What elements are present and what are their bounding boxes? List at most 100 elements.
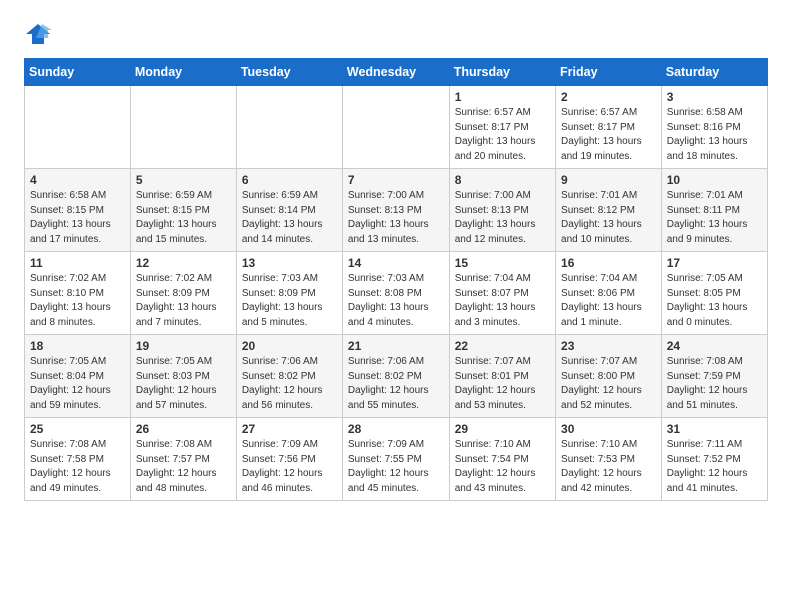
day-number: 23: [561, 339, 656, 353]
day-info: Sunrise: 6:58 AM Sunset: 8:15 PM Dayligh…: [30, 189, 125, 247]
day-cell: 3 Sunrise: 6:58 AM Sunset: 8:16 PM Daylig…: [661, 86, 767, 169]
day-info: Sunrise: 7:07 AM Sunset: 8:01 PM Dayligh…: [455, 355, 550, 413]
day-cell: 8 Sunrise: 7:00 AM Sunset: 8:13 PM Daylig…: [449, 169, 555, 252]
header: [24, 20, 768, 48]
day-info: Sunrise: 7:06 AM Sunset: 8:02 PM Dayligh…: [348, 355, 444, 413]
day-cell: 29 Sunrise: 7:10 AM Sunset: 7:54 PM Dayli…: [449, 418, 555, 501]
day-number: 1: [455, 90, 550, 104]
day-cell: 31 Sunrise: 7:11 AM Sunset: 7:52 PM Dayli…: [661, 418, 767, 501]
day-info: Sunrise: 7:06 AM Sunset: 8:02 PM Dayligh…: [242, 355, 337, 413]
day-info: Sunrise: 7:08 AM Sunset: 7:57 PM Dayligh…: [136, 438, 231, 496]
day-info: Sunrise: 7:02 AM Sunset: 8:10 PM Dayligh…: [30, 272, 125, 330]
day-number: 27: [242, 422, 337, 436]
day-number: 28: [348, 422, 444, 436]
day-cell: [342, 86, 449, 169]
day-cell: 4 Sunrise: 6:58 AM Sunset: 8:15 PM Daylig…: [25, 169, 131, 252]
day-info: Sunrise: 6:59 AM Sunset: 8:14 PM Dayligh…: [242, 189, 337, 247]
day-number: 3: [667, 90, 762, 104]
day-cell: 9 Sunrise: 7:01 AM Sunset: 8:12 PM Daylig…: [556, 169, 662, 252]
day-number: 9: [561, 173, 656, 187]
logo: [24, 20, 56, 48]
day-number: 15: [455, 256, 550, 270]
day-number: 4: [30, 173, 125, 187]
day-info: Sunrise: 7:03 AM Sunset: 8:09 PM Dayligh…: [242, 272, 337, 330]
page: SundayMondayTuesdayWednesdayThursdayFrid…: [0, 0, 792, 517]
day-cell: 5Sunrise: 6:59 AM Sunset: 8:15 PM Daylig…: [130, 169, 236, 252]
day-number: 25: [30, 422, 125, 436]
day-cell: 23 Sunrise: 7:07 AM Sunset: 8:00 PM Dayli…: [556, 335, 662, 418]
day-cell: 27 Sunrise: 7:09 AM Sunset: 7:56 PM Dayli…: [236, 418, 342, 501]
day-info: Sunrise: 7:05 AM Sunset: 8:04 PM Dayligh…: [30, 355, 125, 413]
day-number: 8: [455, 173, 550, 187]
day-number: 16: [561, 256, 656, 270]
header-day-monday: Monday: [130, 59, 236, 86]
header-day-sunday: Sunday: [25, 59, 131, 86]
day-number: 17: [667, 256, 762, 270]
day-info: Sunrise: 7:05 AM Sunset: 8:03 PM Dayligh…: [136, 355, 231, 413]
day-info: Sunrise: 7:04 AM Sunset: 8:06 PM Dayligh…: [561, 272, 656, 330]
header-day-saturday: Saturday: [661, 59, 767, 86]
day-info: Sunrise: 7:10 AM Sunset: 7:53 PM Dayligh…: [561, 438, 656, 496]
day-number: 14: [348, 256, 444, 270]
day-cell: [236, 86, 342, 169]
day-info: Sunrise: 7:00 AM Sunset: 8:13 PM Dayligh…: [455, 189, 550, 247]
day-cell: 16 Sunrise: 7:04 AM Sunset: 8:06 PM Dayli…: [556, 252, 662, 335]
day-cell: 14 Sunrise: 7:03 AM Sunset: 8:08 PM Dayli…: [342, 252, 449, 335]
day-number: 12: [136, 256, 231, 270]
day-number: 2: [561, 90, 656, 104]
day-number: 24: [667, 339, 762, 353]
day-info: Sunrise: 7:01 AM Sunset: 8:11 PM Dayligh…: [667, 189, 762, 247]
day-cell: 22 Sunrise: 7:07 AM Sunset: 8:01 PM Dayli…: [449, 335, 555, 418]
day-cell: 1Sunrise: 6:57 AM Sunset: 8:17 PM Daylig…: [449, 86, 555, 169]
day-cell: 6 Sunrise: 6:59 AM Sunset: 8:14 PM Daylig…: [236, 169, 342, 252]
day-number: 10: [667, 173, 762, 187]
week-row-4: 18 Sunrise: 7:05 AM Sunset: 8:04 PM Dayli…: [25, 335, 768, 418]
day-number: 29: [455, 422, 550, 436]
day-cell: 30 Sunrise: 7:10 AM Sunset: 7:53 PM Dayli…: [556, 418, 662, 501]
day-number: 22: [455, 339, 550, 353]
day-number: 30: [561, 422, 656, 436]
day-info: Sunrise: 6:57 AM Sunset: 8:17 PM Dayligh…: [561, 106, 656, 164]
day-number: 31: [667, 422, 762, 436]
day-info: Sunrise: 7:11 AM Sunset: 7:52 PM Dayligh…: [667, 438, 762, 496]
week-row-2: 4 Sunrise: 6:58 AM Sunset: 8:15 PM Daylig…: [25, 169, 768, 252]
day-info: Sunrise: 7:02 AM Sunset: 8:09 PM Dayligh…: [136, 272, 231, 330]
header-day-wednesday: Wednesday: [342, 59, 449, 86]
day-cell: 21 Sunrise: 7:06 AM Sunset: 8:02 PM Dayli…: [342, 335, 449, 418]
day-cell: 19 Sunrise: 7:05 AM Sunset: 8:03 PM Dayli…: [130, 335, 236, 418]
day-number: 18: [30, 339, 125, 353]
day-cell: 24 Sunrise: 7:08 AM Sunset: 7:59 PM Dayli…: [661, 335, 767, 418]
day-cell: 20 Sunrise: 7:06 AM Sunset: 8:02 PM Dayli…: [236, 335, 342, 418]
day-cell: [130, 86, 236, 169]
day-cell: 12 Sunrise: 7:02 AM Sunset: 8:09 PM Dayli…: [130, 252, 236, 335]
day-number: 6: [242, 173, 337, 187]
day-number: 19: [136, 339, 231, 353]
day-info: Sunrise: 7:08 AM Sunset: 7:59 PM Dayligh…: [667, 355, 762, 413]
day-number: 21: [348, 339, 444, 353]
day-info: Sunrise: 7:08 AM Sunset: 7:58 PM Dayligh…: [30, 438, 125, 496]
day-number: 5: [136, 173, 231, 187]
day-number: 11: [30, 256, 125, 270]
day-info: Sunrise: 7:10 AM Sunset: 7:54 PM Dayligh…: [455, 438, 550, 496]
header-row: SundayMondayTuesdayWednesdayThursdayFrid…: [25, 59, 768, 86]
header-day-friday: Friday: [556, 59, 662, 86]
day-cell: 7Sunrise: 7:00 AM Sunset: 8:13 PM Daylig…: [342, 169, 449, 252]
day-cell: 10 Sunrise: 7:01 AM Sunset: 8:11 PM Dayli…: [661, 169, 767, 252]
day-cell: 18 Sunrise: 7:05 AM Sunset: 8:04 PM Dayli…: [25, 335, 131, 418]
day-cell: 2 Sunrise: 6:57 AM Sunset: 8:17 PM Daylig…: [556, 86, 662, 169]
day-info: Sunrise: 7:03 AM Sunset: 8:08 PM Dayligh…: [348, 272, 444, 330]
day-info: Sunrise: 6:58 AM Sunset: 8:16 PM Dayligh…: [667, 106, 762, 164]
day-info: Sunrise: 7:01 AM Sunset: 8:12 PM Dayligh…: [561, 189, 656, 247]
day-info: Sunrise: 7:09 AM Sunset: 7:56 PM Dayligh…: [242, 438, 337, 496]
day-cell: 13Sunrise: 7:03 AM Sunset: 8:09 PM Dayli…: [236, 252, 342, 335]
day-info: Sunrise: 7:05 AM Sunset: 8:05 PM Dayligh…: [667, 272, 762, 330]
day-info: Sunrise: 7:07 AM Sunset: 8:00 PM Dayligh…: [561, 355, 656, 413]
week-row-1: 1 Sunrise: 6:57 AM Sunset: 8:17 PM Daylig…: [25, 86, 768, 169]
week-row-5: 25 Sunrise: 7:08 AM Sunset: 7:58 PM Dayli…: [25, 418, 768, 501]
day-number: 20: [242, 339, 337, 353]
day-info: Sunrise: 7:09 AM Sunset: 7:55 PM Dayligh…: [348, 438, 444, 496]
day-cell: 17 Sunrise: 7:05 AM Sunset: 8:05 PM Dayli…: [661, 252, 767, 335]
calendar-header: SundayMondayTuesdayWednesdayThursdayFrid…: [25, 59, 768, 86]
day-cell: 11 Sunrise: 7:02 AM Sunset: 8:10 PM Dayli…: [25, 252, 131, 335]
day-info: Sunrise: 7:04 AM Sunset: 8:07 PM Dayligh…: [455, 272, 550, 330]
